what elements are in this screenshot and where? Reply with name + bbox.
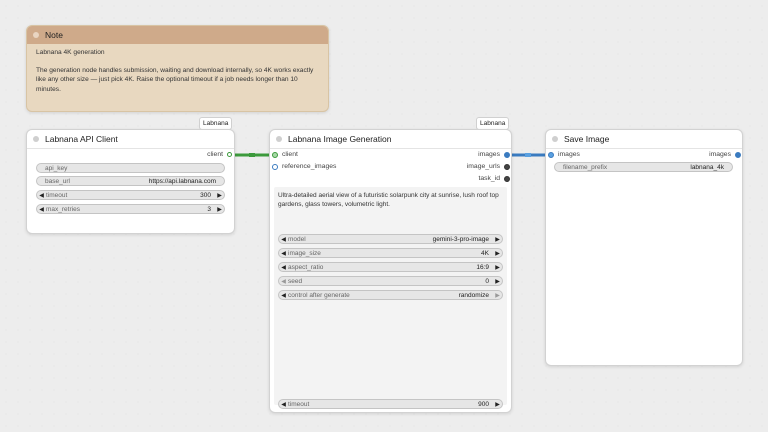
api-client-header[interactable]: Labnana API Client: [27, 130, 234, 149]
input-images-slot[interactable]: images: [548, 151, 580, 158]
input-reference-images-label: reference_images: [282, 163, 337, 170]
output-images-label: images: [478, 151, 500, 158]
control-after-generate-combo[interactable]: ◀ control after generate randomize ▶: [278, 290, 503, 300]
aspect-ratio-value: 16:9: [476, 263, 489, 271]
link-images-midpoint: [525, 153, 531, 157]
seed-label: seed: [288, 277, 303, 285]
api-client-title: Labnana API Client: [45, 134, 118, 144]
model-label: model: [288, 235, 306, 243]
decrement-arrow-icon[interactable]: ◀: [279, 401, 288, 408]
max-retries-label: max_retries: [46, 205, 80, 213]
filename-prefix-value: labnana_4k: [690, 163, 724, 171]
input-reference-images-slot[interactable]: reference_images: [272, 163, 336, 170]
note-heading: Labnana 4K generation: [36, 49, 105, 56]
model-value: gemini-3-pro-image: [432, 235, 489, 243]
output-image-urls-dot[interactable]: [504, 163, 510, 170]
output-image-urls-label: image_urls: [466, 163, 500, 170]
image-gen-title: Labnana Image Generation: [288, 134, 392, 144]
graph-canvas[interactable]: Note Labnana 4K generation The generatio…: [0, 0, 768, 432]
collapse-dot-icon[interactable]: [276, 136, 282, 142]
save-image-title: Save Image: [564, 134, 610, 144]
link-client-midpoint: [249, 153, 255, 157]
prev-arrow-icon[interactable]: ◀: [279, 236, 288, 243]
collapse-dot-icon[interactable]: [33, 136, 39, 142]
input-client-dot[interactable]: [272, 151, 278, 158]
decrement-arrow-icon[interactable]: ◀: [37, 206, 46, 213]
image-size-combo[interactable]: ◀ image_size 4K ▶: [278, 248, 503, 258]
increment-arrow-icon[interactable]: ▶: [215, 206, 224, 213]
timeout-stepper[interactable]: ◀ timeout 300 ▶: [36, 190, 225, 200]
image-size-label: image_size: [288, 249, 321, 257]
max-retries-stepper[interactable]: ◀ max_retries 3 ▶: [36, 204, 225, 214]
base-url-value: https://api.labnana.com: [148, 177, 216, 185]
output-task-id-label: task_id: [478, 175, 500, 182]
output-task-id-slot[interactable]: task_id: [478, 175, 510, 182]
output-images-slot[interactable]: images: [709, 151, 741, 158]
max-retries-value: 3: [207, 205, 211, 213]
aspect-ratio-label: aspect_ratio: [288, 263, 324, 271]
prev-arrow-icon[interactable]: ◀: [279, 250, 288, 257]
filename-prefix-label: filename_prefix: [563, 163, 608, 171]
note-body[interactable]: Labnana 4K generation The generation nod…: [27, 44, 328, 98]
gen-timeout-value: 900: [478, 400, 489, 408]
model-combo[interactable]: ◀ model gemini-3-pro-image ▶: [278, 234, 503, 244]
timeout-label: timeout: [46, 191, 68, 199]
timeout-stepper[interactable]: ◀ timeout 900 ▶: [278, 399, 503, 409]
output-client-label: client: [207, 151, 223, 158]
input-client-label: client: [282, 151, 298, 158]
next-arrow-icon[interactable]: ▶: [493, 292, 502, 299]
save-output-images-label: images: [709, 151, 731, 158]
output-image-urls-slot[interactable]: image_urls: [467, 163, 510, 170]
image-size-value: 4K: [481, 249, 489, 257]
save-image-header[interactable]: Save Image: [546, 130, 742, 149]
note-node[interactable]: Note Labnana 4K generation The generatio…: [26, 25, 329, 112]
api-client-node[interactable]: Labnana API Client client api_key base_u…: [26, 129, 235, 234]
next-arrow-icon[interactable]: ▶: [493, 236, 502, 243]
decrement-arrow-icon[interactable]: ◀: [279, 278, 288, 285]
note-text: The generation node handles submission, …: [36, 67, 314, 93]
seed-value: 0: [485, 277, 489, 285]
save-output-images-dot[interactable]: [735, 151, 741, 158]
increment-arrow-icon[interactable]: ▶: [493, 278, 502, 285]
collapse-dot-icon[interactable]: [552, 136, 558, 142]
prev-arrow-icon[interactable]: ◀: [279, 264, 288, 271]
decrement-arrow-icon[interactable]: ◀: [37, 192, 46, 199]
output-client-dot[interactable]: [227, 152, 232, 157]
base-url-label: base_url: [45, 177, 70, 185]
prompt-text: Ultra-detailed aerial view of a futurist…: [278, 192, 499, 208]
output-task-id-dot[interactable]: [504, 175, 510, 182]
timeout-value: 300: [200, 191, 211, 199]
output-images-dot[interactable]: [504, 151, 510, 158]
api-key-field[interactable]: api_key: [36, 163, 225, 173]
aspect-ratio-combo[interactable]: ◀ aspect_ratio 16:9 ▶: [278, 262, 503, 272]
prev-arrow-icon[interactable]: ◀: [279, 292, 288, 299]
gen-timeout-label: timeout: [288, 400, 310, 408]
filename-prefix-field[interactable]: filename_prefix labnana_4k: [554, 162, 733, 172]
note-header[interactable]: Note: [27, 26, 328, 44]
collapse-dot-icon[interactable]: [33, 32, 39, 38]
increment-arrow-icon[interactable]: ▶: [493, 401, 502, 408]
image-gen-header[interactable]: Labnana Image Generation: [270, 130, 511, 149]
output-client-slot[interactable]: client: [207, 151, 232, 158]
control-after-generate-label: control after generate: [288, 291, 350, 299]
base-url-field[interactable]: base_url https://api.labnana.com: [36, 176, 225, 186]
next-arrow-icon[interactable]: ▶: [493, 250, 502, 257]
input-reference-images-dot[interactable]: [272, 163, 278, 170]
increment-arrow-icon[interactable]: ▶: [215, 192, 224, 199]
next-arrow-icon[interactable]: ▶: [493, 264, 502, 271]
output-images-slot[interactable]: images: [478, 151, 510, 158]
input-client-slot[interactable]: client: [272, 151, 298, 158]
image-gen-node[interactable]: Labnana Image Generation client referenc…: [269, 129, 512, 413]
save-image-node[interactable]: Save Image images images filename_prefix…: [545, 129, 743, 366]
seed-stepper[interactable]: ◀ seed 0 ▶: [278, 276, 503, 286]
control-after-generate-value: randomize: [458, 291, 489, 299]
input-images-dot[interactable]: [548, 151, 554, 158]
note-title: Note: [45, 30, 63, 40]
input-images-label: images: [558, 151, 580, 158]
api-key-label: api_key: [45, 164, 68, 172]
